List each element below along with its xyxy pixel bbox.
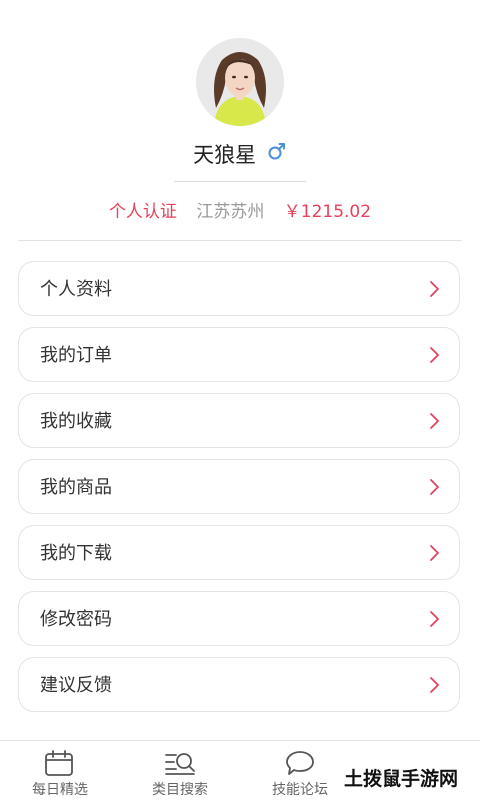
name-underline — [174, 181, 306, 182]
menu-item-change-password[interactable]: 修改密码 — [18, 591, 460, 646]
tab-skill-forum[interactable]: 技能论坛 — [240, 741, 360, 800]
male-icon — [267, 139, 287, 169]
site-watermark: 土拨鼠手游网 — [344, 768, 459, 790]
profile-menu: 个人资料 我的订单 我的收藏 我的商品 我的下载 修改密码 建议反馈 — [18, 261, 460, 723]
user-name-row: 天狼星 — [0, 140, 480, 170]
menu-item-label: 我的收藏 — [40, 411, 112, 432]
chat-bubble-icon — [284, 749, 316, 781]
chevron-right-icon — [429, 280, 441, 302]
menu-item-my-downloads[interactable]: 我的下载 — [18, 525, 460, 580]
user-location: 江苏苏州 — [196, 202, 265, 222]
avatar-image — [196, 38, 284, 126]
menu-item-personal-info[interactable]: 个人资料 — [18, 261, 460, 316]
menu-item-label: 我的下载 — [40, 543, 112, 564]
menu-item-label: 修改密码 — [40, 609, 112, 630]
calendar-icon — [44, 749, 74, 781]
menu-item-my-favorites[interactable]: 我的收藏 — [18, 393, 460, 448]
tab-label: 技能论坛 — [272, 782, 328, 798]
avatar[interactable] — [196, 38, 284, 126]
chevron-right-icon — [429, 676, 441, 698]
chevron-right-icon — [429, 412, 441, 434]
user-meta-row: 个人认证 江苏苏州 ￥1215.02 — [0, 200, 480, 224]
menu-item-feedback[interactable]: 建议反馈 — [18, 657, 460, 712]
menu-item-label: 建议反馈 — [40, 675, 112, 696]
chevron-right-icon — [429, 544, 441, 566]
tab-label: 类目搜索 — [152, 782, 208, 798]
tab-category-search[interactable]: 类目搜索 — [120, 741, 240, 800]
profile-header: 天狼星 个人认证 江苏苏州 ￥1215.02 — [0, 0, 480, 242]
account-balance[interactable]: ￥1215.02 — [284, 202, 371, 222]
tab-daily-picks[interactable]: 每日精选 — [0, 741, 120, 800]
menu-item-my-products[interactable]: 我的商品 — [18, 459, 460, 514]
chevron-right-icon — [429, 346, 441, 368]
search-list-icon — [164, 749, 196, 781]
menu-item-label: 个人资料 — [40, 279, 112, 300]
header-divider — [18, 240, 462, 241]
chevron-right-icon — [429, 610, 441, 632]
user-name: 天狼星 — [193, 143, 257, 167]
chevron-right-icon — [429, 478, 441, 500]
menu-item-label: 我的订单 — [40, 345, 112, 366]
tab-label: 每日精选 — [32, 782, 88, 798]
verification-status[interactable]: 个人认证 — [109, 202, 177, 222]
menu-item-label: 我的商品 — [40, 477, 112, 498]
menu-item-my-orders[interactable]: 我的订单 — [18, 327, 460, 382]
